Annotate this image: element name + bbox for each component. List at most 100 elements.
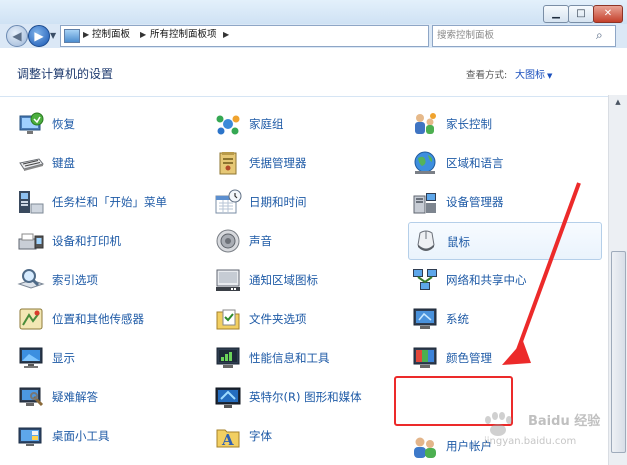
item-homegroup[interactable]: 家庭组 (214, 108, 394, 140)
item-taskbar-start-menu[interactable]: 任务栏和「开始」菜单 (17, 186, 197, 218)
item-label: 家庭组 (249, 117, 284, 131)
item-label: 设备管理器 (446, 195, 504, 209)
header-divider (0, 96, 608, 97)
item-intel-graphics-media[interactable]: 英特尔(R) 图形和媒体 (214, 381, 394, 413)
item-label: 任务栏和「开始」菜单 (52, 195, 167, 209)
device-manager-icon (411, 188, 439, 216)
breadcrumb-control-panel[interactable]: 控制面板 (92, 29, 130, 41)
color-management-icon (411, 344, 439, 372)
location-sensor-icon (17, 305, 45, 333)
svg-text:A: A (221, 431, 234, 449)
item-color-management[interactable]: 颜色管理 (411, 342, 591, 374)
item-label: 系统 (446, 312, 469, 326)
item-mouse[interactable]: 鼠标 (408, 222, 602, 260)
recovery-icon (17, 110, 45, 138)
item-label: 声音 (249, 234, 272, 248)
item-label: 网络和共享中心 (446, 273, 527, 287)
address-bar[interactable]: ▶ 控制面板 ▶ 所有控制面板项 ▶ ▼ ⟳ (60, 25, 476, 47)
watermark-url: jingyan.baidu.com (484, 436, 577, 447)
parental-controls-icon (411, 110, 439, 138)
item-label: 设备和打印机 (52, 234, 121, 248)
view-by-value: 大图标 (515, 70, 545, 81)
item-label: 索引选项 (52, 273, 98, 287)
search-box[interactable]: ⌕ (432, 25, 616, 47)
recent-pages-dropdown-icon[interactable]: ▼ (50, 31, 56, 40)
scroll-up-icon[interactable]: ▲ (609, 95, 627, 109)
item-desktop-gadgets[interactable]: 桌面小工具 (17, 420, 197, 452)
intel-graphics-icon (214, 383, 242, 411)
item-performance[interactable]: 性能信息和工具 (214, 342, 394, 374)
control-panel-content: 调整计算机的设置 查看方式: 大图标 ▼ 恢复 键盘 任务栏和「开始」菜单 设备和… (0, 48, 627, 465)
network-icon (411, 266, 439, 294)
close-button[interactable]: ✕ (593, 5, 623, 23)
breadcrumb-separator-icon[interactable]: ▶ (83, 29, 89, 41)
item-keyboard[interactable]: 键盘 (17, 147, 197, 179)
item-label: 家长控制 (446, 117, 492, 131)
view-by-label: 查看方式: (466, 70, 508, 81)
item-system[interactable]: 系统 (411, 303, 591, 335)
navigation-bar: ◀ ▶ ▼ ▶ 控制面板 ▶ 所有控制面板项 ▶ ▼ ⟳ ⌕ (0, 24, 627, 48)
item-label: 日期和时间 (249, 195, 307, 209)
chevron-down-icon: ▼ (547, 72, 553, 80)
baidu-paw-icon (485, 412, 512, 436)
item-label: 恢复 (52, 117, 75, 131)
minimize-button[interactable]: ▁ (543, 5, 569, 23)
back-button[interactable]: ◀ (6, 25, 28, 47)
item-label: 凭据管理器 (249, 156, 307, 170)
maximize-button[interactable]: □ (568, 5, 594, 23)
gadgets-icon (17, 422, 45, 450)
mouse-icon (412, 227, 440, 255)
item-device-manager[interactable]: 设备管理器 (411, 186, 591, 218)
title-bar: ▁ □ ✕ (0, 0, 627, 24)
printer-icon (17, 227, 45, 255)
arrow-left-icon: ◀ (12, 29, 22, 43)
item-label: 颜色管理 (446, 351, 492, 365)
search-input[interactable] (437, 27, 587, 43)
homegroup-icon (214, 110, 242, 138)
item-label: 字体 (249, 429, 272, 443)
folder-options-icon (214, 305, 242, 333)
maximize-icon: □ (576, 8, 586, 19)
system-icon (411, 305, 439, 333)
item-notification-icons[interactable]: 通知区域图标 (214, 264, 394, 296)
calendar-clock-icon (214, 188, 242, 216)
watermark-text: Baidu 经验 (528, 414, 601, 429)
item-date-time[interactable]: 日期和时间 (214, 186, 394, 218)
item-troubleshooting[interactable]: 疑难解答 (17, 381, 197, 413)
item-label: 桌面小工具 (52, 429, 110, 443)
item-label: 疑难解答 (52, 390, 98, 404)
item-display[interactable]: 显示 (17, 342, 197, 374)
view-by-dropdown[interactable]: 大图标 ▼ (515, 66, 552, 81)
item-folder-options[interactable]: 文件夹选项 (214, 303, 394, 335)
item-credential-manager[interactable]: 凭据管理器 (214, 147, 394, 179)
display-icon (17, 344, 45, 372)
item-fonts[interactable]: A 字体 (214, 420, 394, 452)
breadcrumb-separator-icon[interactable]: ▶ (223, 29, 229, 41)
item-recovery[interactable]: 恢复 (17, 108, 197, 140)
item-label: 键盘 (52, 156, 75, 170)
forward-button[interactable]: ▶ (28, 25, 50, 47)
credential-icon (214, 149, 242, 177)
user-accounts-icon (411, 433, 439, 461)
search-icon[interactable]: ⌕ (596, 28, 603, 43)
breadcrumb-all-items[interactable]: 所有控制面板项 (150, 29, 217, 41)
item-parental-controls[interactable]: 家长控制 (411, 108, 591, 140)
breadcrumb-separator-icon[interactable]: ▶ (140, 29, 146, 41)
item-location-sensors[interactable]: 位置和其他传感器 (17, 303, 197, 335)
item-label: 通知区域图标 (249, 273, 318, 287)
fonts-icon: A (214, 422, 242, 450)
watermark: Baidu 经验 jingyan.baidu.com (476, 408, 626, 458)
item-label: 位置和其他传感器 (52, 312, 144, 326)
item-devices-printers[interactable]: 设备和打印机 (17, 225, 197, 257)
item-region-language[interactable]: 区域和语言 (411, 147, 591, 179)
item-label: 鼠标 (447, 235, 470, 249)
item-label: 文件夹选项 (249, 312, 307, 326)
troubleshooting-icon (17, 383, 45, 411)
item-label: 性能信息和工具 (249, 351, 330, 365)
item-sound[interactable]: 声音 (214, 225, 394, 257)
speaker-icon (214, 227, 242, 255)
item-network-sharing[interactable]: 网络和共享中心 (411, 264, 591, 296)
performance-icon (214, 344, 242, 372)
item-indexing-options[interactable]: 索引选项 (17, 264, 197, 296)
item-label: 区域和语言 (446, 156, 504, 170)
